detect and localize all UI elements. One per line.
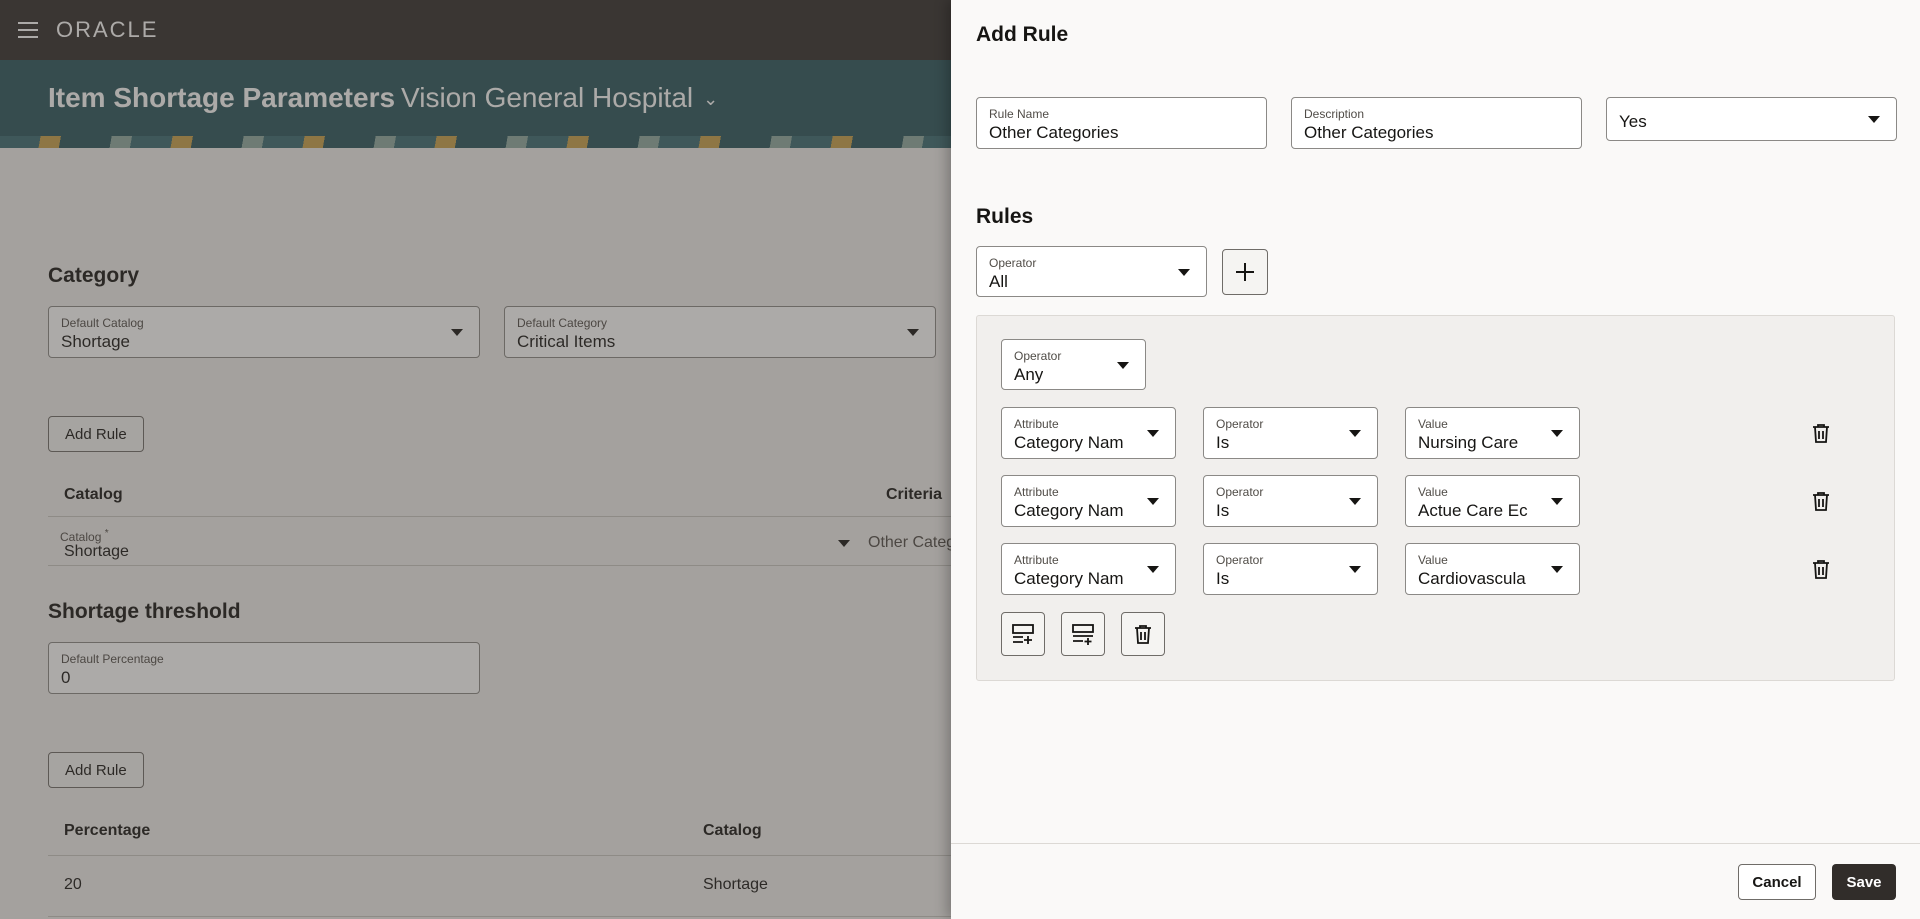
rules-heading: Rules <box>976 205 1034 228</box>
top-operator-select[interactable]: Operator All <box>976 246 1207 297</box>
field-label: Attribute <box>1014 417 1059 431</box>
field-value: Is <box>1216 433 1230 452</box>
enabled-select[interactable]: Yes <box>1606 97 1897 141</box>
add-group-icon <box>1072 624 1094 645</box>
save-button[interactable]: Save <box>1832 864 1896 900</box>
condition-operator-select[interactable]: Operator Is <box>1203 475 1378 527</box>
field-label: Operator <box>989 256 1037 270</box>
add-condition-button[interactable] <box>1001 612 1045 656</box>
condition-operator-select[interactable]: Operator Is <box>1203 543 1378 595</box>
delete-condition-button[interactable] <box>1809 421 1833 445</box>
dropdown-caret-icon <box>1147 498 1159 505</box>
drawer-title: Add Rule <box>976 23 1069 46</box>
dropdown-caret-icon <box>1349 498 1361 505</box>
condition-value-select[interactable]: Value Actue Care Ec <box>1405 475 1580 527</box>
delete-condition-button[interactable] <box>1809 557 1833 581</box>
field-value: Category Nam <box>1014 569 1124 588</box>
field-value: Is <box>1216 501 1230 520</box>
group-operator-select[interactable]: Operator Any <box>1001 339 1146 390</box>
dropdown-caret-icon <box>1349 566 1361 573</box>
add-rule-drawer: Add Rule Rule Name Other Categories Desc… <box>951 0 1920 919</box>
condition-value-select[interactable]: Value Cardiovascula <box>1405 543 1580 595</box>
condition-operator-select[interactable]: Operator Is <box>1203 407 1378 459</box>
dropdown-caret-icon <box>1551 498 1563 505</box>
cancel-button[interactable]: Cancel <box>1738 864 1816 900</box>
trash-icon <box>1813 492 1829 511</box>
drawer-footer-divider <box>951 843 1920 844</box>
add-group-button[interactable] <box>1222 249 1268 295</box>
field-value: Category Nam <box>1014 433 1124 452</box>
field-label: Value <box>1418 417 1448 431</box>
dropdown-caret-icon <box>1349 430 1361 437</box>
field-label: Operator <box>1216 485 1264 499</box>
field-label: Operator <box>1216 417 1264 431</box>
field-label: Value <box>1418 485 1448 499</box>
condition-attribute-select[interactable]: Attribute Category Nam <box>1001 543 1176 595</box>
dropdown-caret-icon <box>1178 268 1190 276</box>
dropdown-caret-icon <box>1551 430 1563 437</box>
field-value: Is <box>1216 569 1230 588</box>
condition-value-select[interactable]: Value Nursing Care <box>1405 407 1580 459</box>
description-input[interactable]: Description Other Categories <box>1291 97 1582 149</box>
plus-icon <box>1236 263 1254 281</box>
dropdown-caret-icon <box>1147 430 1159 437</box>
add-row-icon <box>1012 624 1034 644</box>
field-value: Any <box>1014 365 1044 384</box>
field-value: Other Categories <box>989 123 1119 142</box>
dropdown-caret-icon <box>1147 566 1159 573</box>
field-label: Description <box>1304 107 1365 121</box>
field-value: Actue Care Ec <box>1418 501 1528 520</box>
trash-icon <box>1813 424 1829 443</box>
dropdown-caret-icon <box>1868 116 1880 123</box>
field-value: Nursing Care <box>1418 433 1519 452</box>
delete-condition-button[interactable] <box>1809 489 1833 513</box>
field-value: All <box>989 272 1008 291</box>
field-value: Category Nam <box>1014 501 1124 520</box>
field-label: Operator <box>1014 349 1062 363</box>
trash-icon <box>1135 625 1151 644</box>
field-value: Yes <box>1619 112 1647 131</box>
field-label: Attribute <box>1014 553 1059 567</box>
field-value: Other Categories <box>1304 123 1434 142</box>
field-value: Cardiovascula <box>1418 569 1526 588</box>
field-label: Value <box>1418 553 1448 567</box>
dropdown-caret-icon <box>1551 566 1563 573</box>
field-label: Rule Name <box>989 107 1050 121</box>
condition-attribute-select[interactable]: Attribute Category Nam <box>1001 475 1176 527</box>
rule-group: Operator Any Attribute Category Nam Oper… <box>976 315 1895 681</box>
trash-icon <box>1813 560 1829 579</box>
add-subgroup-button[interactable] <box>1061 612 1105 656</box>
dropdown-caret-icon <box>1117 361 1129 369</box>
field-label: Operator <box>1216 553 1264 567</box>
field-label: Attribute <box>1014 485 1059 499</box>
condition-attribute-select[interactable]: Attribute Category Nam <box>1001 407 1176 459</box>
delete-group-button[interactable] <box>1121 612 1165 656</box>
modal-overlay[interactable] <box>0 0 951 919</box>
rule-name-input[interactable]: Rule Name Other Categories <box>976 97 1267 149</box>
